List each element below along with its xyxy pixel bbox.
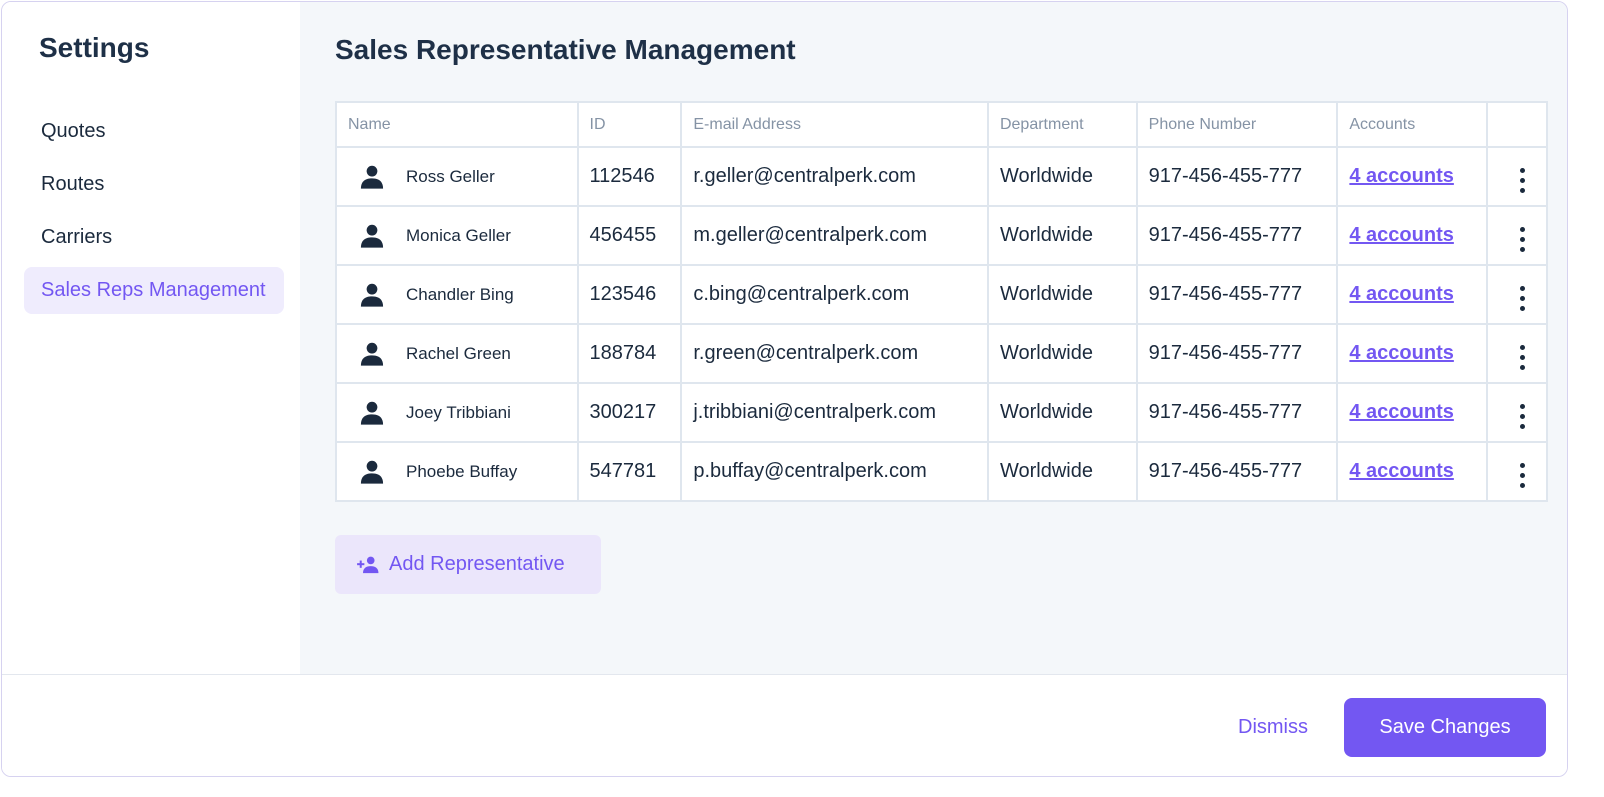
rep-id: 547781: [576, 441, 683, 502]
rep-phone: 917-456-455-777: [1135, 146, 1339, 207]
save-changes-button[interactable]: Save Changes: [1344, 698, 1546, 757]
rep-name: Joey Tribbiani: [406, 402, 511, 422]
rep-email: r.geller@centralperk.com: [680, 146, 989, 207]
table-row: Joey Tribbiani 300217 j.tribbiani@centra…: [335, 382, 1548, 443]
column-header-phone: Phone Number: [1135, 101, 1339, 148]
column-header-actions: [1486, 101, 1548, 148]
sidebar-item-quotes[interactable]: Quotes: [24, 108, 284, 155]
rep-phone: 917-456-455-777: [1135, 205, 1339, 266]
rep-phone: 917-456-455-777: [1135, 441, 1339, 502]
table-row: Phoebe Buffay 547781 p.buffay@centralper…: [335, 441, 1548, 502]
column-header-name: Name: [335, 101, 579, 148]
rep-phone: 917-456-455-777: [1135, 323, 1339, 384]
rep-id: 300217: [576, 382, 683, 443]
person-add-icon: [357, 556, 379, 573]
column-header-email: E-mail Address: [680, 101, 989, 148]
row-actions-cell: [1486, 323, 1548, 384]
more-vertical-icon[interactable]: [1512, 164, 1533, 197]
more-vertical-icon[interactable]: [1512, 341, 1533, 374]
rep-department: Worldwide: [986, 323, 1138, 384]
rep-name: Chandler Bing: [406, 284, 514, 304]
name-cell: Joey Tribbiani: [335, 382, 579, 443]
rep-accounts-cell: 4 accounts: [1336, 146, 1489, 207]
more-vertical-icon[interactable]: [1512, 223, 1533, 256]
rep-accounts-cell: 4 accounts: [1336, 205, 1489, 266]
sidebar-item-routes[interactable]: Routes: [24, 161, 284, 208]
column-header-id: ID: [576, 101, 683, 148]
rep-name: Monica Geller: [406, 225, 511, 245]
sidebar-nav: Quotes Routes Carriers Sales Reps Manage…: [24, 108, 284, 320]
rep-name: Rachel Green: [406, 343, 511, 363]
rep-accounts-cell: 4 accounts: [1336, 323, 1489, 384]
rep-id: 188784: [576, 323, 683, 384]
more-vertical-icon[interactable]: [1512, 459, 1533, 492]
table-row: Rachel Green 188784 r.green@centralperk.…: [335, 323, 1548, 384]
column-header-department: Department: [986, 101, 1138, 148]
accounts-link[interactable]: 4 accounts: [1349, 401, 1453, 423]
sidebar-item-carriers[interactable]: Carriers: [24, 214, 284, 261]
sidebar: Settings Quotes Routes Carriers Sales Re…: [2, 2, 300, 674]
name-cell: Ross Geller: [335, 146, 579, 207]
table-row: Monica Geller 456455 m.geller@centralper…: [335, 205, 1548, 266]
name-cell: Phoebe Buffay: [335, 441, 579, 502]
sidebar-title: Settings: [39, 32, 150, 63]
table-row: Chandler Bing 123546 c.bing@centralperk.…: [335, 264, 1548, 325]
name-cell: Rachel Green: [335, 323, 579, 384]
dismiss-button[interactable]: Dismiss: [1238, 709, 1308, 745]
person-icon: [360, 283, 384, 307]
rep-department: Worldwide: [986, 146, 1138, 207]
person-icon: [360, 401, 384, 425]
accounts-link[interactable]: 4 accounts: [1349, 342, 1453, 364]
main-content: Sales Representative Management Name ID …: [300, 2, 1567, 674]
column-header-accounts: Accounts: [1336, 101, 1489, 148]
more-vertical-icon[interactable]: [1512, 282, 1533, 315]
dialog-footer: Dismiss Save Changes: [2, 674, 1567, 776]
rep-accounts-cell: 4 accounts: [1336, 264, 1489, 325]
sidebar-item-sales-reps-management[interactable]: Sales Reps Management: [24, 267, 284, 314]
rep-name: Phoebe Buffay: [406, 461, 518, 481]
page-title: Sales Representative Management: [335, 34, 796, 65]
table-row: Ross Geller 112546 r.geller@centralperk.…: [335, 146, 1548, 207]
more-vertical-icon[interactable]: [1512, 400, 1533, 433]
accounts-link[interactable]: 4 accounts: [1349, 224, 1453, 246]
sales-reps-table: Name ID E-mail Address Department Phone …: [335, 101, 1548, 502]
person-icon: [360, 342, 384, 366]
rep-id: 112546: [576, 146, 683, 207]
accounts-link[interactable]: 4 accounts: [1349, 460, 1453, 482]
name-cell: Chandler Bing: [335, 264, 579, 325]
rep-id: 456455: [576, 205, 683, 266]
rep-accounts-cell: 4 accounts: [1336, 441, 1489, 502]
rep-email: r.green@centralperk.com: [680, 323, 989, 384]
rep-accounts-cell: 4 accounts: [1336, 382, 1489, 443]
add-representative-label: Add Representative: [389, 553, 565, 575]
add-representative-button[interactable]: Add Representative: [335, 535, 601, 594]
rep-email: c.bing@centralperk.com: [680, 264, 989, 325]
row-actions-cell: [1486, 264, 1548, 325]
settings-dialog: Settings Quotes Routes Carriers Sales Re…: [1, 1, 1568, 777]
row-actions-cell: [1486, 382, 1548, 443]
accounts-link[interactable]: 4 accounts: [1349, 165, 1453, 187]
row-actions-cell: [1486, 146, 1548, 207]
rep-department: Worldwide: [986, 382, 1138, 443]
rep-email: j.tribbiani@centralperk.com: [680, 382, 989, 443]
accounts-link[interactable]: 4 accounts: [1349, 283, 1453, 305]
row-actions-cell: [1486, 205, 1548, 266]
row-actions-cell: [1486, 441, 1548, 502]
table-header-row: Name ID E-mail Address Department Phone …: [335, 101, 1548, 148]
person-icon: [360, 165, 384, 189]
rep-email: p.buffay@centralperk.com: [680, 441, 989, 502]
rep-department: Worldwide: [986, 264, 1138, 325]
rep-department: Worldwide: [986, 441, 1138, 502]
person-icon: [360, 224, 384, 248]
rep-department: Worldwide: [986, 205, 1138, 266]
person-icon: [360, 460, 384, 484]
rep-email: m.geller@centralperk.com: [680, 205, 989, 266]
name-cell: Monica Geller: [335, 205, 579, 266]
rep-name: Ross Geller: [406, 166, 495, 186]
rep-id: 123546: [576, 264, 683, 325]
rep-phone: 917-456-455-777: [1135, 382, 1339, 443]
rep-phone: 917-456-455-777: [1135, 264, 1339, 325]
